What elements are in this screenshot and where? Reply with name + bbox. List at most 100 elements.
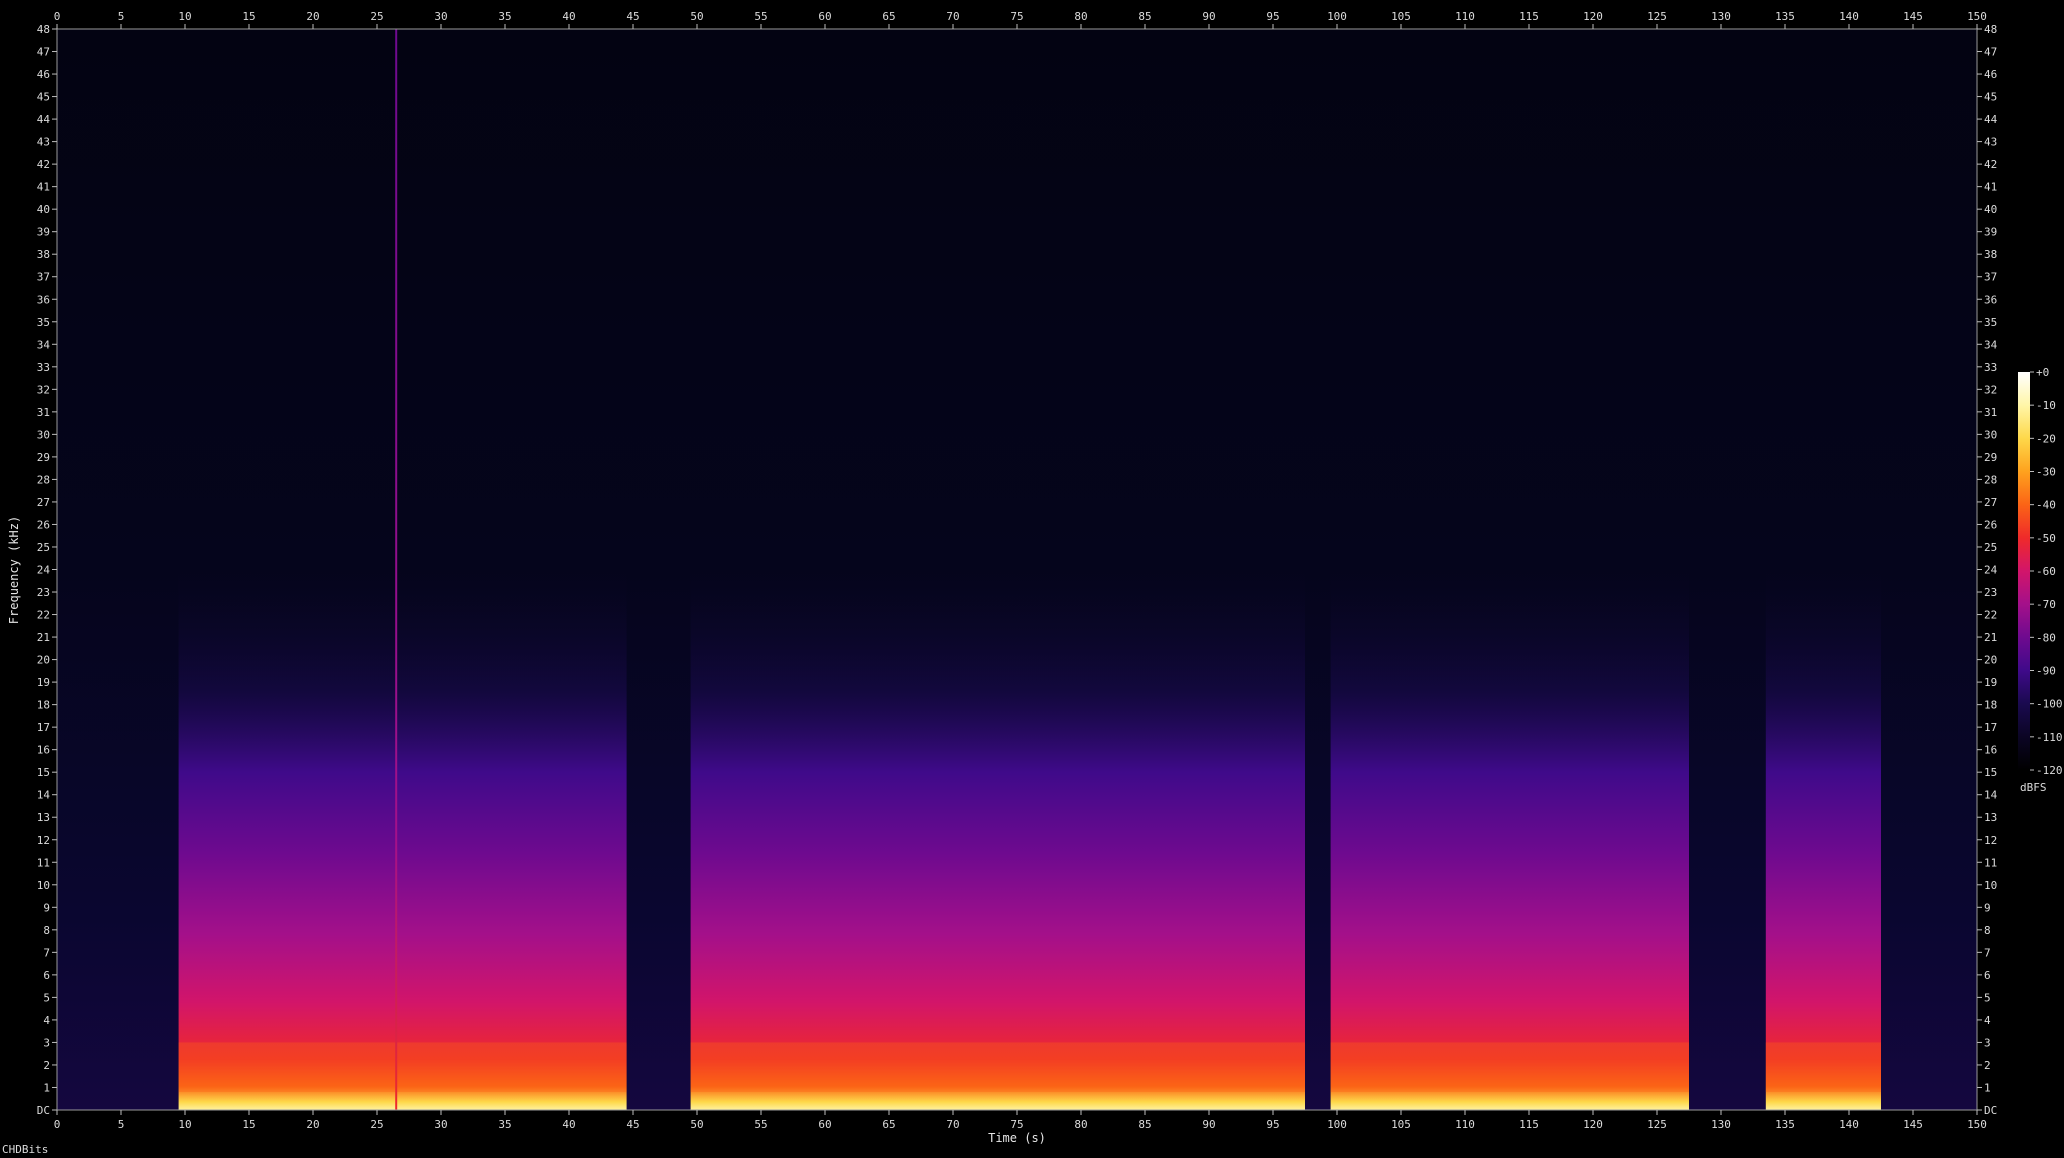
y-tick-label: DC (37, 1104, 50, 1117)
y-tick-label-right: 4 (1984, 1014, 1991, 1027)
x-tick-label: 0 (54, 1118, 61, 1131)
y-tick-label: 24 (37, 564, 51, 577)
x-tick-label: 60 (818, 1118, 831, 1131)
harmonic-band (1765, 1042, 1881, 1092)
y-tick-label-right: 38 (1984, 248, 1997, 261)
y-tick-label: 46 (37, 68, 50, 81)
x-tick-label-top: 70 (946, 10, 959, 23)
x-tick-label-top: 105 (1391, 10, 1411, 23)
y-tick-label: 34 (37, 338, 51, 351)
x-tick-label-top: 10 (178, 10, 191, 23)
y-tick-label-right: 6 (1984, 969, 1991, 982)
spectrogram-chart: 0055101015152020252530303535404045455050… (7, 10, 2063, 1145)
y-tick-label-right: 7 (1984, 946, 1991, 959)
y-tick-label-right: 39 (1984, 226, 1997, 239)
y-tick-label: 13 (37, 811, 50, 824)
x-axis-title: Time (s) (988, 1131, 1046, 1145)
y-tick-label-right: 9 (1984, 901, 1991, 914)
x-tick-label: 20 (306, 1118, 319, 1131)
y-tick-label-right: 27 (1984, 496, 1997, 509)
y-tick-label: 27 (37, 496, 50, 509)
x-tick-label: 45 (626, 1118, 639, 1131)
y-tick-label: 38 (37, 248, 50, 261)
harmonic-band (1330, 1042, 1689, 1092)
y-tick-label: 40 (37, 203, 50, 216)
y-tick-label: 33 (37, 361, 50, 374)
y-tick-label-right: 31 (1984, 406, 1997, 419)
y-tick-label-right: 34 (1984, 338, 1998, 351)
x-tick-label-top: 90 (1202, 10, 1215, 23)
y-tick-label-right: 18 (1984, 699, 1997, 712)
y-tick-label: 7 (43, 946, 50, 959)
x-tick-label-top: 80 (1074, 10, 1087, 23)
y-tick-label-right: 26 (1984, 518, 1997, 531)
x-tick-label-top: 125 (1647, 10, 1667, 23)
x-tick-label-top: 40 (562, 10, 575, 23)
x-tick-label: 30 (434, 1118, 447, 1131)
x-tick-label: 100 (1327, 1118, 1347, 1131)
y-tick-label: 21 (37, 631, 50, 644)
y-tick-label: 48 (37, 23, 50, 36)
x-tick-label: 130 (1711, 1118, 1731, 1131)
active-segment (178, 434, 627, 1110)
colorbar-tick-label: +0 (2036, 366, 2049, 379)
x-tick-label: 40 (562, 1118, 575, 1131)
active-segment (1765, 434, 1881, 1110)
y-tick-label-right: 33 (1984, 361, 1997, 374)
y-tick-label-right: 32 (1984, 383, 1997, 396)
y-tick-label: 45 (37, 91, 50, 104)
x-tick-label: 110 (1455, 1118, 1475, 1131)
y-tick-label: 2 (43, 1059, 50, 1072)
x-tick-label-top: 65 (882, 10, 895, 23)
x-tick-label: 150 (1967, 1118, 1987, 1131)
x-tick-label: 125 (1647, 1118, 1667, 1131)
y-tick-label-right: 25 (1984, 541, 1997, 554)
colorbar-tick-label: -100 (2036, 698, 2063, 711)
y-tick-label: 15 (37, 766, 50, 779)
x-tick-label-top: 140 (1839, 10, 1859, 23)
y-tick-label-right: 20 (1984, 654, 1997, 667)
y-tick-label-right: 2 (1984, 1059, 1991, 1072)
y-tick-label: 18 (37, 699, 50, 712)
x-tick-label-top: 35 (498, 10, 511, 23)
y-tick-label: 1 (43, 1081, 50, 1094)
x-tick-label: 65 (882, 1118, 895, 1131)
x-tick-label: 95 (1266, 1118, 1279, 1131)
y-tick-label-right: DC (1984, 1104, 1997, 1117)
x-tick-label-top: 135 (1775, 10, 1795, 23)
y-tick-label-right: 17 (1984, 721, 1997, 734)
harmonic-band (690, 1042, 1305, 1092)
x-tick-label: 35 (498, 1118, 511, 1131)
x-tick-label-top: 50 (690, 10, 703, 23)
y-tick-label: 37 (37, 271, 50, 284)
y-tick-label: 20 (37, 654, 50, 667)
x-tick-label: 25 (370, 1118, 383, 1131)
x-tick-label-top: 130 (1711, 10, 1731, 23)
y-tick-label: 36 (37, 293, 50, 306)
x-tick-label-top: 95 (1266, 10, 1279, 23)
y-tick-label: 17 (37, 721, 50, 734)
y-tick-label: 14 (37, 789, 51, 802)
colorbar-tick-label: -110 (2036, 731, 2063, 744)
y-tick-label-right: 11 (1984, 856, 1997, 869)
y-tick-label: 25 (37, 541, 50, 554)
x-tick-label: 50 (690, 1118, 703, 1131)
y-tick-label-right: 16 (1984, 744, 1997, 757)
y-tick-label: 10 (37, 879, 50, 892)
x-tick-label: 70 (946, 1118, 959, 1131)
y-tick-label: 47 (37, 46, 50, 59)
y-tick-label-right: 48 (1984, 23, 1997, 36)
y-tick-label-right: 43 (1984, 136, 1997, 149)
colorbar-gradient (2018, 372, 2030, 770)
x-tick-label-top: 25 (370, 10, 383, 23)
colorbar-tick-label: -40 (2036, 499, 2056, 512)
y-tick-label-right: 45 (1984, 91, 1997, 104)
y-tick-label-right: 28 (1984, 473, 1997, 486)
y-tick-label: 26 (37, 518, 50, 531)
y-tick-label-right: 23 (1984, 586, 1997, 599)
y-tick-label: 11 (37, 856, 50, 869)
x-tick-label: 5 (118, 1118, 125, 1131)
y-tick-label: 8 (43, 924, 50, 937)
y-tick-label: 41 (37, 181, 50, 194)
y-tick-label: 28 (37, 473, 50, 486)
